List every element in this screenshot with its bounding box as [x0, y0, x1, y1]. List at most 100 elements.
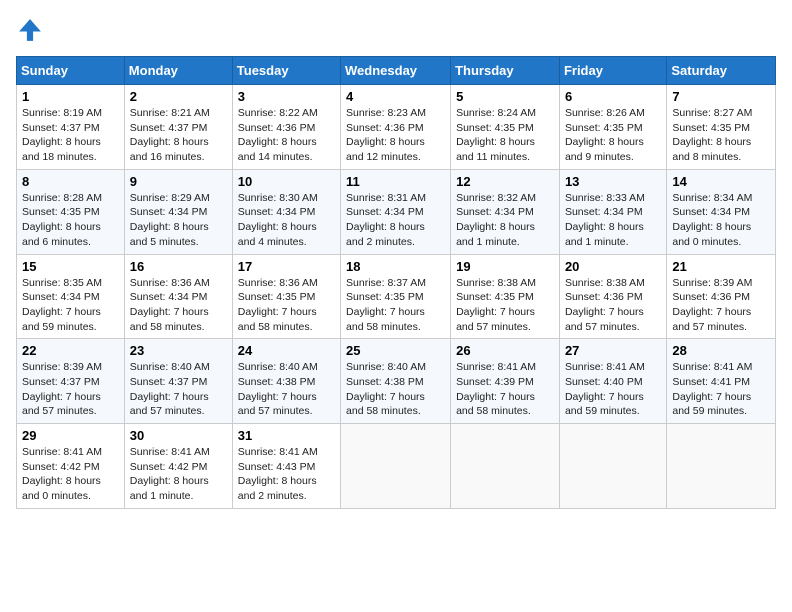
day-info: Sunrise: 8:33 AMSunset: 4:34 PMDaylight:…	[565, 192, 645, 248]
day-info: Sunrise: 8:22 AMSunset: 4:36 PMDaylight:…	[238, 107, 318, 163]
day-info: Sunrise: 8:29 AMSunset: 4:34 PMDaylight:…	[130, 192, 210, 248]
empty-cell	[559, 424, 666, 509]
day-info: Sunrise: 8:39 AMSunset: 4:37 PMDaylight:…	[22, 361, 102, 417]
day-cell-22: 22 Sunrise: 8:39 AMSunset: 4:37 PMDaylig…	[17, 339, 125, 424]
col-header-wednesday: Wednesday	[341, 57, 451, 85]
day-cell-7: 7 Sunrise: 8:27 AMSunset: 4:35 PMDayligh…	[667, 85, 776, 170]
day-number: 8	[22, 174, 119, 189]
day-cell-23: 23 Sunrise: 8:40 AMSunset: 4:37 PMDaylig…	[124, 339, 232, 424]
day-info: Sunrise: 8:41 AMSunset: 4:42 PMDaylight:…	[130, 446, 210, 502]
week-row-3: 15 Sunrise: 8:35 AMSunset: 4:34 PMDaylig…	[17, 254, 776, 339]
day-cell-9: 9 Sunrise: 8:29 AMSunset: 4:34 PMDayligh…	[124, 169, 232, 254]
week-row-4: 22 Sunrise: 8:39 AMSunset: 4:37 PMDaylig…	[17, 339, 776, 424]
calendar-header-row: SundayMondayTuesdayWednesdayThursdayFrid…	[17, 57, 776, 85]
day-info: Sunrise: 8:36 AMSunset: 4:35 PMDaylight:…	[238, 277, 318, 333]
day-cell-17: 17 Sunrise: 8:36 AMSunset: 4:35 PMDaylig…	[232, 254, 340, 339]
day-cell-1: 1 Sunrise: 8:19 AMSunset: 4:37 PMDayligh…	[17, 85, 125, 170]
calendar-table: SundayMondayTuesdayWednesdayThursdayFrid…	[16, 56, 776, 509]
day-cell-14: 14 Sunrise: 8:34 AMSunset: 4:34 PMDaylig…	[667, 169, 776, 254]
day-number: 6	[565, 89, 661, 104]
day-info: Sunrise: 8:24 AMSunset: 4:35 PMDaylight:…	[456, 107, 536, 163]
day-number: 22	[22, 343, 119, 358]
empty-cell	[451, 424, 560, 509]
day-cell-20: 20 Sunrise: 8:38 AMSunset: 4:36 PMDaylig…	[559, 254, 666, 339]
day-info: Sunrise: 8:21 AMSunset: 4:37 PMDaylight:…	[130, 107, 210, 163]
day-number: 11	[346, 174, 445, 189]
empty-cell	[341, 424, 451, 509]
day-cell-29: 29 Sunrise: 8:41 AMSunset: 4:42 PMDaylig…	[17, 424, 125, 509]
day-info: Sunrise: 8:41 AMSunset: 4:41 PMDaylight:…	[672, 361, 752, 417]
day-cell-27: 27 Sunrise: 8:41 AMSunset: 4:40 PMDaylig…	[559, 339, 666, 424]
day-number: 5	[456, 89, 554, 104]
day-cell-13: 13 Sunrise: 8:33 AMSunset: 4:34 PMDaylig…	[559, 169, 666, 254]
day-cell-6: 6 Sunrise: 8:26 AMSunset: 4:35 PMDayligh…	[559, 85, 666, 170]
col-header-tuesday: Tuesday	[232, 57, 340, 85]
page-header	[16, 16, 776, 44]
week-row-1: 1 Sunrise: 8:19 AMSunset: 4:37 PMDayligh…	[17, 85, 776, 170]
week-row-2: 8 Sunrise: 8:28 AMSunset: 4:35 PMDayligh…	[17, 169, 776, 254]
day-number: 4	[346, 89, 445, 104]
day-cell-25: 25 Sunrise: 8:40 AMSunset: 4:38 PMDaylig…	[341, 339, 451, 424]
day-number: 15	[22, 259, 119, 274]
day-cell-16: 16 Sunrise: 8:36 AMSunset: 4:34 PMDaylig…	[124, 254, 232, 339]
day-cell-11: 11 Sunrise: 8:31 AMSunset: 4:34 PMDaylig…	[341, 169, 451, 254]
day-info: Sunrise: 8:37 AMSunset: 4:35 PMDaylight:…	[346, 277, 426, 333]
day-info: Sunrise: 8:34 AMSunset: 4:34 PMDaylight:…	[672, 192, 752, 248]
day-info: Sunrise: 8:39 AMSunset: 4:36 PMDaylight:…	[672, 277, 752, 333]
day-info: Sunrise: 8:41 AMSunset: 4:43 PMDaylight:…	[238, 446, 318, 502]
day-info: Sunrise: 8:41 AMSunset: 4:40 PMDaylight:…	[565, 361, 645, 417]
col-header-friday: Friday	[559, 57, 666, 85]
col-header-monday: Monday	[124, 57, 232, 85]
day-cell-8: 8 Sunrise: 8:28 AMSunset: 4:35 PMDayligh…	[17, 169, 125, 254]
day-cell-18: 18 Sunrise: 8:37 AMSunset: 4:35 PMDaylig…	[341, 254, 451, 339]
day-info: Sunrise: 8:32 AMSunset: 4:34 PMDaylight:…	[456, 192, 536, 248]
day-number: 2	[130, 89, 227, 104]
day-number: 18	[346, 259, 445, 274]
day-cell-5: 5 Sunrise: 8:24 AMSunset: 4:35 PMDayligh…	[451, 85, 560, 170]
day-info: Sunrise: 8:38 AMSunset: 4:35 PMDaylight:…	[456, 277, 536, 333]
day-info: Sunrise: 8:23 AMSunset: 4:36 PMDaylight:…	[346, 107, 426, 163]
logo-icon	[16, 16, 44, 44]
day-info: Sunrise: 8:28 AMSunset: 4:35 PMDaylight:…	[22, 192, 102, 248]
day-info: Sunrise: 8:40 AMSunset: 4:38 PMDaylight:…	[238, 361, 318, 417]
day-cell-4: 4 Sunrise: 8:23 AMSunset: 4:36 PMDayligh…	[341, 85, 451, 170]
day-number: 27	[565, 343, 661, 358]
day-number: 12	[456, 174, 554, 189]
day-number: 23	[130, 343, 227, 358]
day-number: 30	[130, 428, 227, 443]
day-info: Sunrise: 8:26 AMSunset: 4:35 PMDaylight:…	[565, 107, 645, 163]
col-header-sunday: Sunday	[17, 57, 125, 85]
day-number: 16	[130, 259, 227, 274]
day-info: Sunrise: 8:40 AMSunset: 4:38 PMDaylight:…	[346, 361, 426, 417]
day-cell-24: 24 Sunrise: 8:40 AMSunset: 4:38 PMDaylig…	[232, 339, 340, 424]
day-number: 28	[672, 343, 770, 358]
day-number: 24	[238, 343, 335, 358]
day-number: 10	[238, 174, 335, 189]
day-info: Sunrise: 8:41 AMSunset: 4:42 PMDaylight:…	[22, 446, 102, 502]
day-number: 13	[565, 174, 661, 189]
day-cell-12: 12 Sunrise: 8:32 AMSunset: 4:34 PMDaylig…	[451, 169, 560, 254]
day-cell-28: 28 Sunrise: 8:41 AMSunset: 4:41 PMDaylig…	[667, 339, 776, 424]
day-info: Sunrise: 8:36 AMSunset: 4:34 PMDaylight:…	[130, 277, 210, 333]
day-number: 20	[565, 259, 661, 274]
day-number: 31	[238, 428, 335, 443]
day-number: 29	[22, 428, 119, 443]
day-number: 1	[22, 89, 119, 104]
day-number: 19	[456, 259, 554, 274]
day-cell-30: 30 Sunrise: 8:41 AMSunset: 4:42 PMDaylig…	[124, 424, 232, 509]
day-info: Sunrise: 8:30 AMSunset: 4:34 PMDaylight:…	[238, 192, 318, 248]
day-cell-2: 2 Sunrise: 8:21 AMSunset: 4:37 PMDayligh…	[124, 85, 232, 170]
day-info: Sunrise: 8:38 AMSunset: 4:36 PMDaylight:…	[565, 277, 645, 333]
day-info: Sunrise: 8:35 AMSunset: 4:34 PMDaylight:…	[22, 277, 102, 333]
day-number: 26	[456, 343, 554, 358]
day-info: Sunrise: 8:19 AMSunset: 4:37 PMDaylight:…	[22, 107, 102, 163]
day-cell-10: 10 Sunrise: 8:30 AMSunset: 4:34 PMDaylig…	[232, 169, 340, 254]
day-cell-31: 31 Sunrise: 8:41 AMSunset: 4:43 PMDaylig…	[232, 424, 340, 509]
day-number: 9	[130, 174, 227, 189]
day-number: 3	[238, 89, 335, 104]
day-number: 17	[238, 259, 335, 274]
week-row-5: 29 Sunrise: 8:41 AMSunset: 4:42 PMDaylig…	[17, 424, 776, 509]
col-header-thursday: Thursday	[451, 57, 560, 85]
day-number: 14	[672, 174, 770, 189]
day-info: Sunrise: 8:41 AMSunset: 4:39 PMDaylight:…	[456, 361, 536, 417]
